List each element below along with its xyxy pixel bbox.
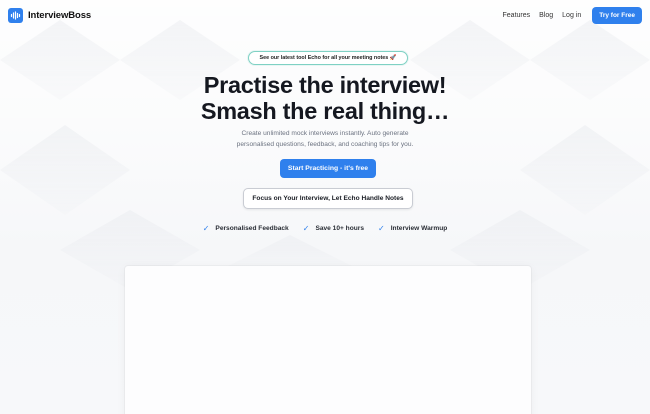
feature-item: ✓ Save 10+ hours	[303, 224, 364, 233]
nav-link-login[interactable]: Log in	[562, 12, 581, 19]
nav-link-blog[interactable]: Blog	[539, 12, 553, 19]
hero-title: Practise the interview! Smash the real t…	[0, 72, 650, 124]
audio-wave-icon	[8, 7, 23, 23]
hero-subtitle: Create unlimited mock interviews instant…	[225, 129, 425, 150]
nav-link-features[interactable]: Features	[503, 12, 531, 19]
feature-label: Interview Warmup	[390, 225, 448, 232]
brand-name: InterviewBoss	[28, 9, 92, 21]
feature-label: Save 10+ hours	[315, 225, 365, 232]
start-practicing-button[interactable]: Start Practicing - it's free	[280, 159, 376, 178]
top-nav: InterviewBoss Features Blog Log in Try f…	[0, 0, 650, 30]
try-for-free-button[interactable]: Try for Free	[592, 6, 642, 24]
brand-logo[interactable]: InterviewBoss	[8, 7, 92, 23]
check-icon: ✓	[378, 224, 385, 233]
check-icon: ✓	[302, 224, 310, 233]
feature-item: ✓ Personalised Feedback	[203, 224, 289, 233]
feature-list: ✓ Personalised Feedback ✓ Save 10+ hours…	[0, 224, 650, 233]
nav-links: Features Blog Log in Try for Free	[503, 6, 642, 24]
hero-subtitle-line-1: Create unlimited mock interviews instant…	[241, 130, 409, 137]
hero-title-line-2: Smash the real thing…	[200, 98, 450, 124]
check-icon: ✓	[202, 224, 210, 233]
feature-label: Personalised Feedback	[215, 225, 289, 232]
demo-preview-panel	[125, 266, 531, 414]
feature-item: ✓ Interview Warmup	[378, 224, 447, 233]
hero-subtitle-line-2: personalised questions, feedback, and co…	[236, 140, 414, 148]
echo-notes-button[interactable]: Focus on Your Interview, Let Echo Handle…	[243, 188, 413, 209]
hero-title-line-1: Practise the interview!	[203, 72, 447, 98]
announcement-pill[interactable]: See our latest tool Echo for all your me…	[248, 51, 408, 65]
